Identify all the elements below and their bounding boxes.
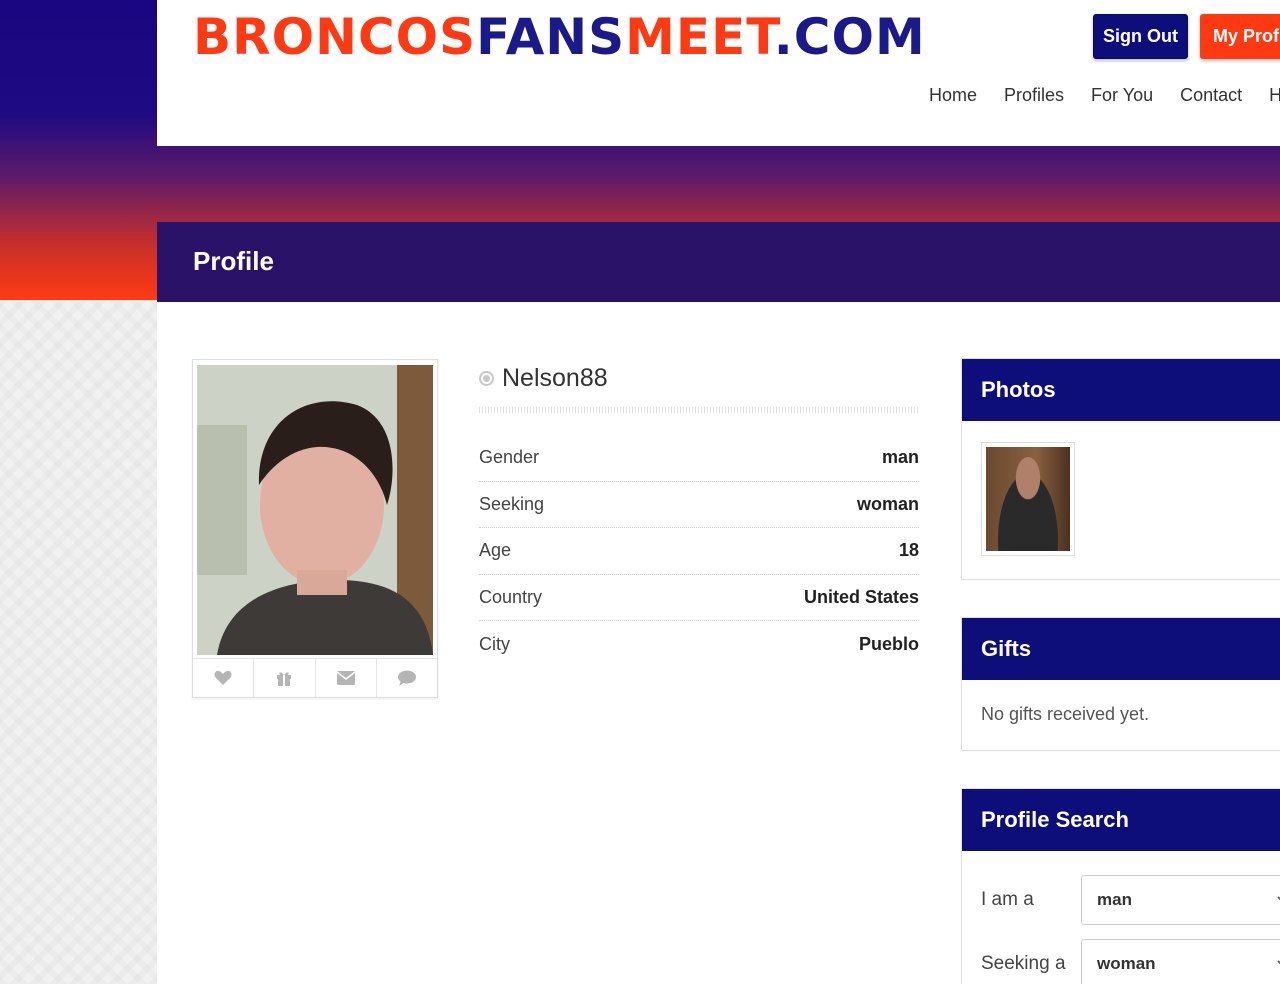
profile-search-title: Profile Search bbox=[962, 789, 1280, 851]
nav-contact[interactable]: Contact bbox=[1180, 83, 1242, 107]
detail-row-seeking: Seeking woman bbox=[479, 482, 919, 528]
detail-label: City bbox=[479, 633, 510, 654]
main-nav: Home Profiles For You Contact Help bbox=[929, 83, 1280, 107]
nav-help[interactable]: Help bbox=[1269, 83, 1280, 107]
profile-action-bar bbox=[193, 658, 437, 697]
site-header: BRONCOSFANSMEET.COM Sign Out My Profile … bbox=[157, 0, 1280, 146]
detail-row-gender: Gender man bbox=[479, 435, 919, 482]
page-title-bar: Profile bbox=[157, 222, 1280, 302]
gifts-panel: Gifts No gifts received yet. bbox=[961, 617, 1280, 751]
i-am-select[interactable]: man bbox=[1081, 875, 1280, 925]
nav-home[interactable]: Home bbox=[929, 83, 977, 107]
photo-thumbnail-image bbox=[986, 447, 1070, 551]
gifts-panel-title: Gifts bbox=[962, 618, 1280, 680]
profile-username-row: Nelson88 bbox=[479, 364, 608, 393]
page-title: Profile bbox=[193, 246, 274, 276]
detail-value: woman bbox=[856, 493, 919, 514]
seeking-select[interactable]: woman bbox=[1081, 939, 1280, 984]
logo-part-fans: FANS bbox=[476, 8, 626, 66]
search-row-i-am: I am a man bbox=[981, 875, 1280, 925]
detail-value: Pueblo bbox=[858, 633, 919, 654]
seeking-label: Seeking a bbox=[981, 953, 1066, 974]
logo-part-com: .COM bbox=[773, 8, 926, 66]
detail-value: United States bbox=[803, 586, 919, 607]
envelope-icon[interactable] bbox=[316, 659, 377, 697]
detail-label: Gender bbox=[479, 447, 540, 468]
detail-value: 18 bbox=[898, 540, 919, 561]
photos-panel: Photos bbox=[961, 358, 1280, 580]
main-content: Nelson88 Gender man Seeking woman Age 18… bbox=[157, 302, 1280, 984]
gift-icon[interactable] bbox=[254, 659, 316, 697]
profile-search-panel: Profile Search I am a man Seeking a woma… bbox=[961, 788, 1280, 984]
offline-status-icon bbox=[479, 371, 494, 386]
page-background-pattern bbox=[0, 300, 157, 984]
photos-panel-title: Photos bbox=[962, 359, 1280, 421]
logo-part-meet: MEET bbox=[625, 8, 774, 66]
nav-profiles[interactable]: Profiles bbox=[1004, 83, 1064, 107]
username-divider bbox=[479, 407, 919, 413]
profile-details: Gender man Seeking woman Age 18 Country … bbox=[479, 435, 919, 668]
chat-bubble-icon[interactable] bbox=[377, 659, 437, 697]
my-profile-button[interactable]: My Profile bbox=[1200, 14, 1280, 59]
gifts-empty-text: No gifts received yet. bbox=[981, 704, 1150, 724]
photo-thumbnail[interactable] bbox=[981, 442, 1075, 556]
detail-value: man bbox=[881, 447, 919, 468]
detail-row-country: Country United States bbox=[479, 575, 919, 621]
i-am-label: I am a bbox=[981, 889, 1034, 910]
chevron-down-icon bbox=[1277, 896, 1280, 901]
heart-icon[interactable] bbox=[193, 659, 255, 697]
detail-row-age: Age 18 bbox=[479, 528, 919, 575]
detail-label: Country bbox=[479, 586, 543, 607]
search-row-seeking: Seeking a woman bbox=[981, 939, 1280, 984]
profile-photo[interactable] bbox=[197, 365, 433, 655]
logo-part-broncos: BRONCOS bbox=[193, 8, 477, 66]
profile-photo-image bbox=[197, 365, 433, 655]
site-logo[interactable]: BRONCOSFANSMEET.COM bbox=[193, 4, 926, 70]
seeking-select-value: woman bbox=[1097, 954, 1156, 973]
nav-for-you[interactable]: For You bbox=[1091, 83, 1153, 107]
sign-out-button[interactable]: Sign Out bbox=[1093, 14, 1188, 59]
chevron-down-icon bbox=[1277, 960, 1280, 965]
i-am-select-value: man bbox=[1097, 890, 1132, 909]
detail-label: Age bbox=[479, 540, 512, 561]
detail-label: Seeking bbox=[479, 493, 545, 514]
profile-username: Nelson88 bbox=[502, 364, 608, 392]
detail-row-city: City Pueblo bbox=[479, 621, 919, 668]
profile-photo-card bbox=[192, 359, 438, 698]
